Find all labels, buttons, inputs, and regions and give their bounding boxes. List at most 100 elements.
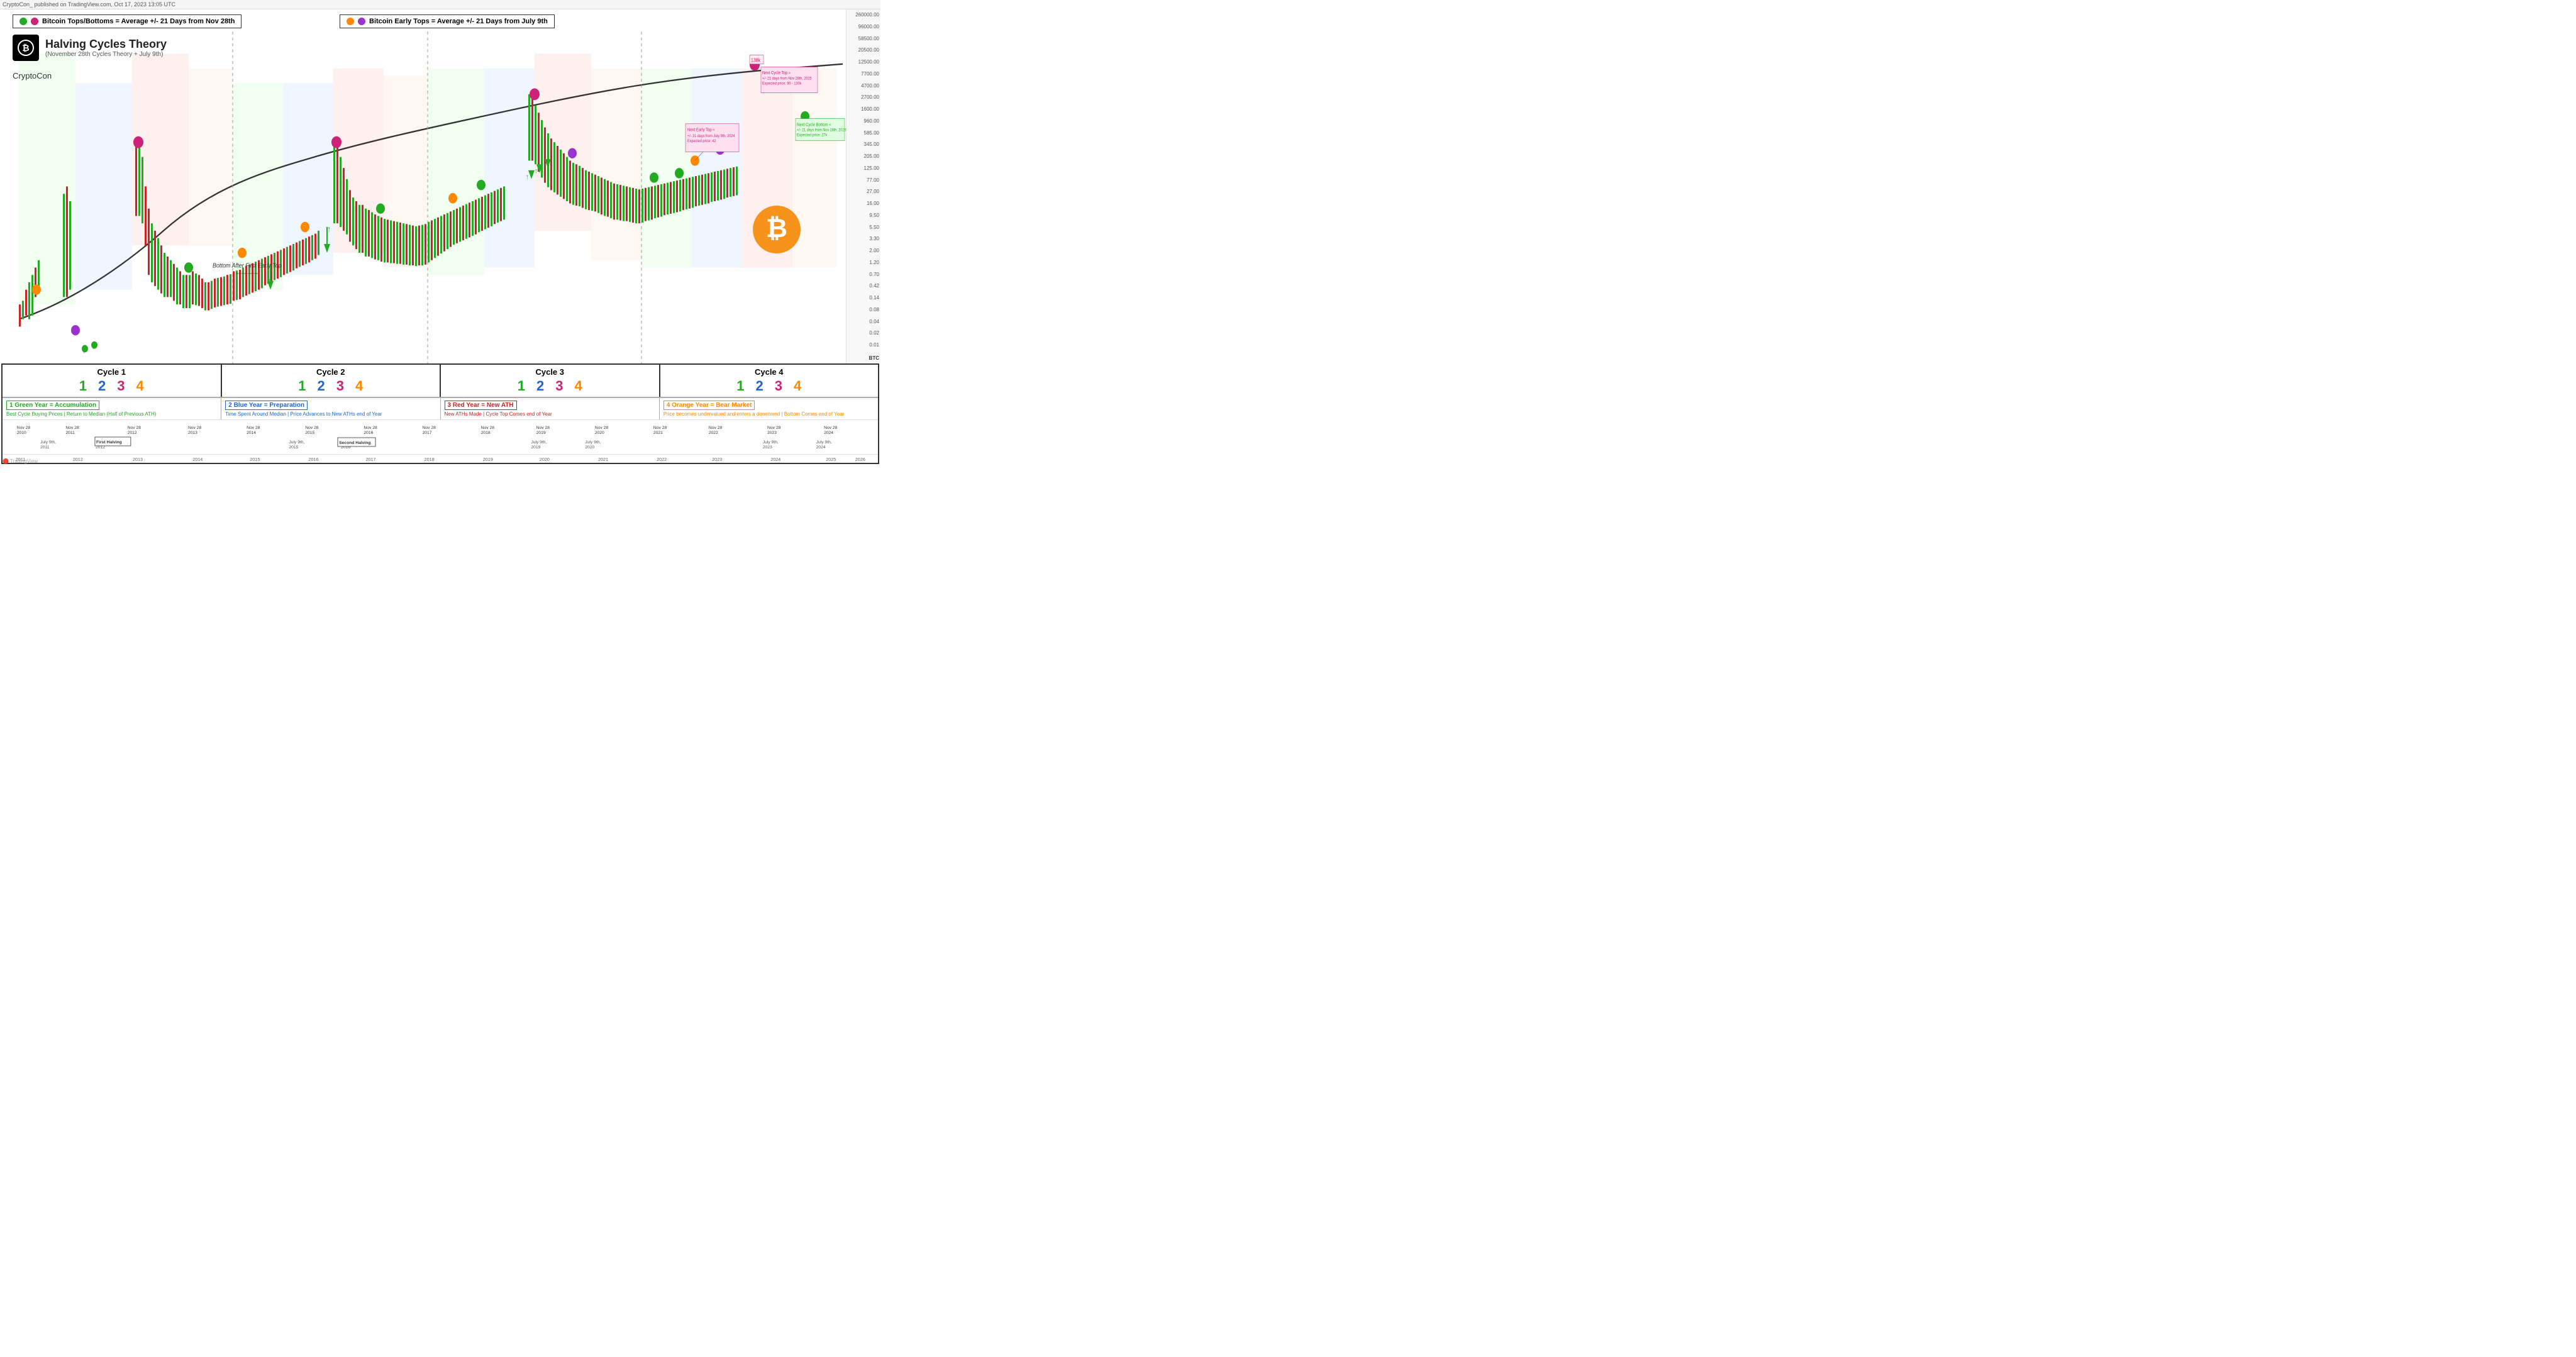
svg-text:2023: 2023	[763, 445, 772, 450]
dates-bar: Nov 28 2010 Nov 28 2011 Nov 28 2012 Nov …	[3, 419, 878, 454]
legend-left-label: Bitcoin Tops/Bottoms = Average +/- 21 Da…	[42, 18, 235, 25]
chart-svg: Bottom After First Early Top 138k Next E…	[0, 9, 846, 363]
svg-text:Nov 28: Nov 28	[364, 426, 377, 430]
svg-text:Nov 28: Nov 28	[247, 426, 260, 430]
svg-text:138k: 138k	[751, 57, 760, 64]
sub-title: (November 28th Cycles Theory + July 9th)	[45, 51, 167, 58]
chart-area: Bitcoin Tops/Bottoms = Average +/- 21 Da…	[0, 9, 880, 363]
svg-text:₿: ₿	[766, 213, 787, 243]
svg-text:2013: 2013	[133, 457, 143, 462]
svg-text:2013: 2013	[188, 431, 197, 435]
svg-text:2021: 2021	[653, 431, 663, 435]
svg-text:Nov 28: Nov 28	[653, 426, 667, 430]
green-year-box: 1 Green Year = Accumulation Best Cycle B…	[3, 398, 221, 419]
svg-text:2019: 2019	[536, 431, 546, 435]
x-axis-bar: 2011 2012 2013 2014 2015 2016 2017 2018 …	[3, 454, 878, 463]
svg-text:Bottom After First Early Top: Bottom After First Early Top	[213, 262, 282, 270]
svg-text:2023: 2023	[712, 457, 722, 462]
top-bar: CryptoCon_ published on TradingView.com,…	[0, 0, 880, 9]
svg-text:Next Cycle Top ≈: Next Cycle Top ≈	[762, 71, 791, 76]
svg-text:Nov 28: Nov 28	[128, 426, 142, 430]
svg-text:Nov 28: Nov 28	[305, 426, 319, 430]
svg-text:2015: 2015	[250, 457, 260, 462]
red-year-desc: New ATHs Made | Cycle Top Comes end of Y…	[445, 411, 655, 417]
svg-text:2015: 2015	[305, 431, 314, 435]
svg-text:Nov 28: Nov 28	[709, 426, 723, 430]
cycle1-num3: 3	[117, 378, 125, 394]
cycle-row: Cycle 1 1 2 3 4 Cycle 2 1 2 3 4	[3, 365, 878, 397]
blue-year-box: 2 Blue Year = Preparation Time Spent Aro…	[221, 398, 440, 419]
svg-text:↑: ↑	[267, 275, 271, 285]
orange-year-title: 4 Orange Year = Bear Market	[663, 401, 755, 410]
svg-text:↑: ↑	[535, 167, 538, 175]
main-container: CryptoCon_ published on TradingView.com,…	[0, 0, 880, 465]
title-block: Halving Cycles Theory (November 28th Cyc…	[45, 38, 167, 58]
svg-text:Next Early Top ≈: Next Early Top ≈	[687, 128, 715, 133]
svg-text:2020: 2020	[595, 431, 604, 435]
chart-main: Bitcoin Tops/Bottoms = Average +/- 21 Da…	[0, 9, 846, 363]
svg-text:2011: 2011	[40, 445, 50, 450]
svg-text:Second Halving: Second Halving	[339, 441, 370, 445]
cycle-1-numbers: 1 2 3 4	[8, 378, 216, 394]
green-dot	[19, 18, 27, 25]
publish-info: CryptoCon_ published on TradingView.com,…	[3, 1, 175, 8]
svg-text:Nov 28: Nov 28	[65, 426, 79, 430]
cycle-2-title: Cycle 2	[227, 367, 435, 377]
svg-text:2018: 2018	[425, 457, 435, 462]
bitcoin-logo: ₿	[752, 204, 802, 255]
svg-text:Nov 28: Nov 28	[17, 426, 31, 430]
legend-left: Bitcoin Tops/Bottoms = Average +/- 21 Da…	[13, 14, 242, 28]
pink-dot	[31, 18, 38, 25]
svg-text:↑: ↑	[91, 341, 95, 351]
svg-text:2023: 2023	[767, 431, 777, 435]
svg-text:2025: 2025	[826, 457, 836, 462]
svg-text:2024: 2024	[824, 431, 833, 435]
blue-year-desc: Time Spent Around Median | Price Advance…	[225, 411, 436, 417]
svg-text:July 9th,: July 9th,	[585, 440, 601, 445]
svg-text:2019: 2019	[483, 457, 493, 462]
svg-text:↑: ↑	[82, 345, 86, 355]
legend-right: Bitcoin Early Tops = Average +/- 21 Days…	[340, 14, 555, 28]
svg-text:First Halving: First Halving	[96, 440, 122, 445]
author: CryptoCon	[13, 71, 52, 80]
svg-text:Expected price: 90 - 130k: Expected price: 90 - 130k	[762, 82, 801, 86]
orange-year-box: 4 Orange Year = Bear Market Price become…	[660, 398, 878, 419]
orange-dot	[347, 18, 354, 25]
green-year-desc: Best Cycle Buying Prices | Return to Med…	[6, 411, 217, 417]
svg-text:2018: 2018	[481, 431, 491, 435]
svg-text:Nov 28: Nov 28	[767, 426, 781, 430]
svg-text:Expected price: 42: Expected price: 42	[687, 140, 716, 143]
cycle-2-block: Cycle 2 1 2 3 4	[222, 365, 441, 397]
svg-text:Nov 28: Nov 28	[481, 426, 495, 430]
svg-text:2011: 2011	[65, 431, 75, 435]
svg-text:2014: 2014	[192, 457, 203, 462]
cycle-4-numbers: 1 2 3 4	[665, 378, 874, 394]
cycle1-num2: 2	[98, 378, 106, 394]
svg-text:2016: 2016	[364, 431, 373, 435]
svg-text:2020: 2020	[585, 445, 594, 450]
svg-text:Nov 28: Nov 28	[188, 426, 202, 430]
legend-right-label: Bitcoin Early Tops = Average +/- 21 Days…	[369, 18, 548, 25]
svg-text:2024: 2024	[770, 457, 780, 462]
svg-text:2010: 2010	[17, 431, 26, 435]
svg-text:₿: ₿	[22, 43, 29, 53]
bottom-section: Cycle 1 1 2 3 4 Cycle 2 1 2 3 4	[1, 363, 879, 464]
svg-text:2022: 2022	[709, 431, 718, 435]
svg-text:Nov 28: Nov 28	[595, 426, 609, 430]
svg-text:2026: 2026	[855, 457, 865, 462]
y-axis: 260000.00 96000.00 58500.00 20500.00 125…	[846, 9, 880, 363]
main-title: Halving Cycles Theory	[45, 38, 167, 51]
svg-text:July 9th,: July 9th,	[816, 440, 832, 445]
logo-area: ₿ Halving Cycles Theory (November 28th C…	[13, 35, 167, 61]
svg-text:2017: 2017	[423, 431, 432, 435]
tradingview-badge: 🔴 TradingView	[3, 458, 38, 464]
svg-text:+/- 21 days from Nov 28th, 202: +/- 21 days from Nov 28th, 2026	[797, 128, 846, 132]
svg-text:+/- 21 days from Nov 28th, 202: +/- 21 days from Nov 28th, 2025	[762, 77, 812, 80]
year-desc-row: 1 Green Year = Accumulation Best Cycle B…	[3, 397, 878, 419]
cycle-2-numbers: 1 2 3 4	[227, 378, 435, 394]
svg-text:Expected price: 27k: Expected price: 27k	[797, 133, 827, 137]
blue-year-title: 2 Blue Year = Preparation	[225, 401, 308, 410]
cycle1-num1: 1	[79, 378, 87, 394]
cycle-4-block: Cycle 4 1 2 3 4	[660, 365, 879, 397]
svg-text:2017: 2017	[365, 457, 375, 462]
